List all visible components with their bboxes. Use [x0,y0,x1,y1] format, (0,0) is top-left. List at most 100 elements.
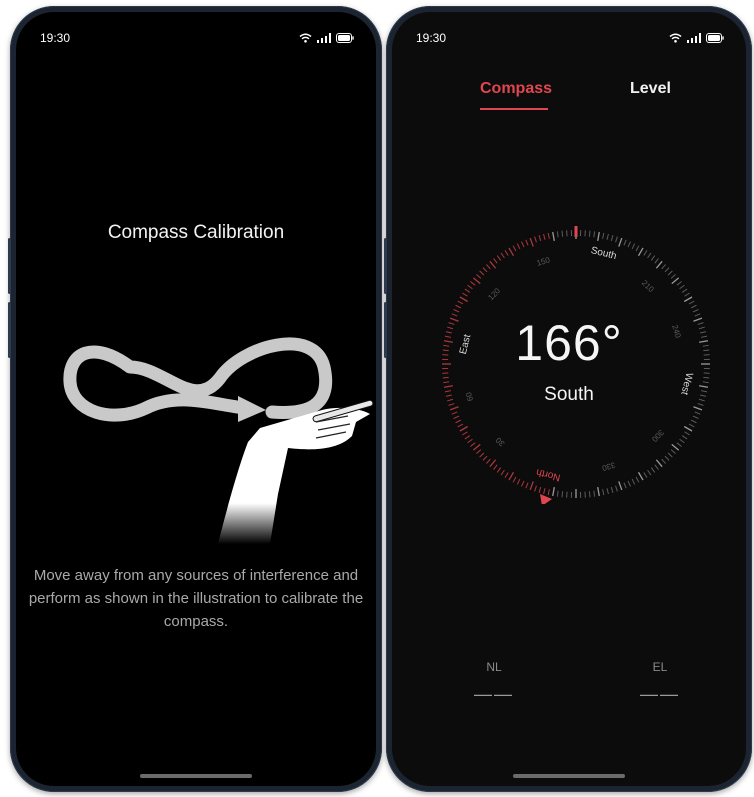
mode-tabs: Compass Level [392,80,746,120]
calibration-screen: 19:30 Compass Calibration Move away from… [16,12,376,786]
dial-tick [476,449,482,455]
heading-degrees: 166° [515,315,623,371]
heading-marker [574,226,578,237]
dial-tick [529,237,534,247]
dial-tick [493,464,498,470]
phone-left: 19:30 Compass Calibration Move away from… [8,6,382,792]
dial-tick [496,255,502,261]
dial-tick [552,486,555,497]
dial-tick [485,458,491,464]
dial-tick [538,486,542,493]
tab-compass[interactable]: Compass [480,80,552,98]
dial-tick [688,300,695,305]
dial-tick [482,267,488,273]
dial-tick [593,490,596,497]
dial-tick [692,415,699,419]
dial-tick [467,438,473,444]
dial-tick [694,411,701,415]
tab-level[interactable]: Level [630,80,671,98]
dial-tick [623,482,627,489]
status-time: 19:30 [416,31,447,45]
dial-label-north: North [535,466,561,483]
dial-tick [504,250,509,256]
dial-tick [667,270,673,276]
dial-tick [443,381,450,384]
dial-tick [547,489,550,496]
dial-tick [655,260,663,269]
dial-tick [661,264,667,270]
hand-icon [218,407,370,544]
dial-tick [508,247,515,257]
dial-tick [688,423,695,428]
dial-tick [618,237,623,247]
dial-tick [679,438,685,444]
dial-tick [690,304,697,309]
status-bar: 19:30 [40,30,354,46]
dial-tick [670,449,676,455]
dial-tick [661,458,667,464]
dial-tick [500,469,505,476]
signal-icon [317,33,331,43]
dial-tick [561,491,564,498]
dial-tick [462,292,468,297]
dial-tick [690,419,697,424]
dial-tick [493,258,498,264]
figure-eight-illustration [63,337,374,544]
longitude-readout: EL —— [630,660,690,705]
dial-tick [588,491,591,498]
dial-tick [683,425,693,432]
home-indicator[interactable] [513,774,625,778]
dial-tick [489,260,497,269]
dial-tick [703,376,710,379]
dial-tick [453,309,460,313]
dial-tick [516,478,521,485]
phone-right: 19:30 Compass Level South West North Eas… [384,6,752,792]
volume-button [8,302,11,358]
dial-tick [442,376,449,379]
dial-tick [512,476,517,483]
nl-value: —— [474,684,514,704]
active-tab-indicator [480,108,548,110]
nl-label: NL [486,660,502,674]
dial-tick [516,243,521,250]
dial-number: 330 [601,460,617,472]
dial-tick [602,489,605,496]
dial-tick [684,431,690,436]
el-label: EL [652,660,668,674]
dial-tick [457,423,464,428]
volume-button [384,302,387,358]
home-indicator[interactable] [140,774,252,778]
dial-tick [512,245,517,252]
dial-tick [683,296,693,303]
dial-tick [606,488,609,495]
dial-tick [459,425,469,432]
dial-tick [615,485,618,492]
dial-tick [635,476,640,483]
wifi-icon [299,33,312,43]
dial-tick [459,296,469,303]
dial-tick [462,431,468,436]
dial-tick [479,270,485,276]
dial-tick [521,480,525,487]
dial-tick [521,241,525,248]
dial-tick [588,230,591,237]
dial-tick [676,442,682,447]
dial-tick [670,273,676,279]
dial-tick [610,486,614,493]
dial-tick [684,292,690,297]
dial-tick [681,288,688,293]
dial-number: 120 [486,286,502,302]
dial-tick [470,442,476,447]
dial-tick [467,284,473,290]
dial-tick [602,232,605,239]
dial-tick [556,490,559,497]
dial-tick [650,255,656,261]
dial-tick [654,464,659,470]
dial-tick [610,235,614,242]
dial-tick [489,459,497,468]
wifi-icon [669,33,682,43]
dial-tick [476,273,482,279]
dial-tick [500,252,505,259]
dial-tick [635,245,640,252]
dial-tick [647,252,652,259]
